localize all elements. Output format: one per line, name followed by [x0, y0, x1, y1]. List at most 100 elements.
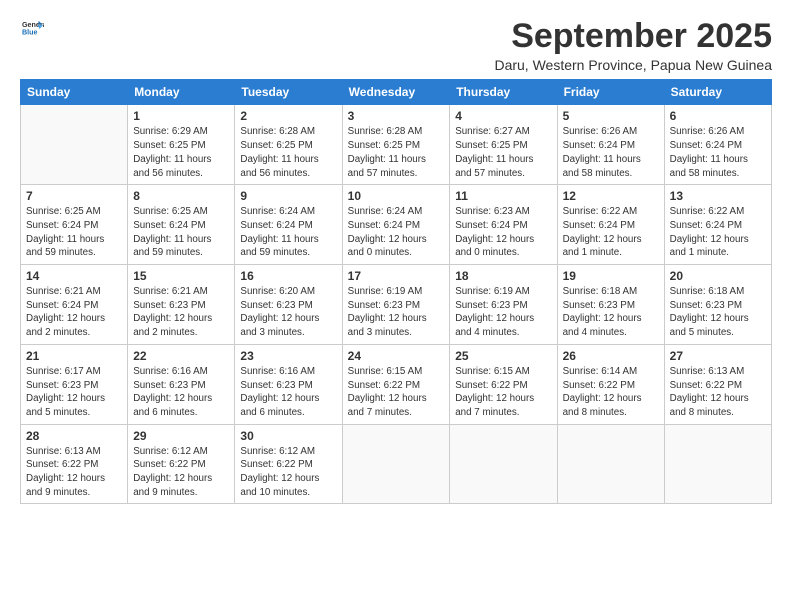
day-info: Sunrise: 6:17 AMSunset: 6:23 PMDaylight:… [26, 365, 122, 420]
day-number: 11 [455, 189, 551, 203]
calendar-header-row: Sunday Monday Tuesday Wednesday Thursday… [21, 80, 772, 105]
table-row: 5 Sunrise: 6:26 AMSunset: 6:24 PMDaylight… [557, 105, 664, 185]
table-row: 23 Sunrise: 6:16 AMSunset: 6:23 PMDayligh… [235, 344, 342, 424]
col-sunday: Sunday [21, 80, 128, 105]
day-number: 5 [563, 109, 659, 123]
table-row: 22 Sunrise: 6:16 AMSunset: 6:23 PMDayligh… [128, 344, 235, 424]
day-info: Sunrise: 6:22 AMSunset: 6:24 PMDaylight:… [563, 205, 659, 260]
col-tuesday: Tuesday [235, 80, 342, 105]
day-number: 13 [670, 189, 766, 203]
table-row [342, 424, 450, 504]
day-number: 7 [26, 189, 122, 203]
day-info: Sunrise: 6:26 AMSunset: 6:24 PMDaylight:… [563, 125, 659, 180]
table-row: 26 Sunrise: 6:14 AMSunset: 6:22 PMDayligh… [557, 344, 664, 424]
day-number: 18 [455, 269, 551, 283]
subtitle: Daru, Western Province, Papua New Guinea [494, 57, 772, 73]
table-row: 13 Sunrise: 6:22 AMSunset: 6:24 PMDayligh… [664, 185, 771, 265]
day-info: Sunrise: 6:15 AMSunset: 6:22 PMDaylight:… [455, 365, 551, 420]
day-number: 19 [563, 269, 659, 283]
day-info: Sunrise: 6:16 AMSunset: 6:23 PMDaylight:… [240, 365, 336, 420]
day-info: Sunrise: 6:18 AMSunset: 6:23 PMDaylight:… [670, 285, 766, 340]
day-number: 9 [240, 189, 336, 203]
table-row: 16 Sunrise: 6:20 AMSunset: 6:23 PMDayligh… [235, 265, 342, 345]
day-info: Sunrise: 6:19 AMSunset: 6:23 PMDaylight:… [348, 285, 445, 340]
day-info: Sunrise: 6:14 AMSunset: 6:22 PMDaylight:… [563, 365, 659, 420]
day-number: 3 [348, 109, 445, 123]
calendar-week-row: 1Sunrise: 6:29 AMSunset: 6:25 PMDaylight… [21, 105, 772, 185]
table-row: 7Sunrise: 6:25 AMSunset: 6:24 PMDaylight… [21, 185, 128, 265]
col-saturday: Saturday [664, 80, 771, 105]
table-row: 6 Sunrise: 6:26 AMSunset: 6:24 PMDaylight… [664, 105, 771, 185]
day-number: 10 [348, 189, 445, 203]
table-row: 1Sunrise: 6:29 AMSunset: 6:25 PMDaylight… [128, 105, 235, 185]
day-info: Sunrise: 6:29 AMSunset: 6:25 PMDaylight:… [133, 125, 229, 180]
day-info: Sunrise: 6:24 AMSunset: 6:24 PMDaylight:… [240, 205, 336, 260]
table-row: 30Sunrise: 6:12 AMSunset: 6:22 PMDayligh… [235, 424, 342, 504]
col-friday: Friday [557, 80, 664, 105]
table-row: 19 Sunrise: 6:18 AMSunset: 6:23 PMDayligh… [557, 265, 664, 345]
day-number: 25 [455, 349, 551, 363]
day-info: Sunrise: 6:16 AMSunset: 6:23 PMDaylight:… [133, 365, 229, 420]
table-row: 17 Sunrise: 6:19 AMSunset: 6:23 PMDayligh… [342, 265, 450, 345]
day-number: 21 [26, 349, 122, 363]
day-info: Sunrise: 6:19 AMSunset: 6:23 PMDaylight:… [455, 285, 551, 340]
day-info: Sunrise: 6:13 AMSunset: 6:22 PMDaylight:… [670, 365, 766, 420]
title-area: September 2025 Daru, Western Province, P… [494, 18, 772, 73]
day-number: 30 [240, 429, 336, 443]
day-info: Sunrise: 6:20 AMSunset: 6:23 PMDaylight:… [240, 285, 336, 340]
table-row [450, 424, 557, 504]
day-number: 17 [348, 269, 445, 283]
header: General Blue September 2025 Daru, Wester… [20, 18, 772, 73]
day-number: 4 [455, 109, 551, 123]
table-row: 3 Sunrise: 6:28 AMSunset: 6:25 PMDaylight… [342, 105, 450, 185]
logo: General Blue [20, 18, 44, 45]
day-info: Sunrise: 6:18 AMSunset: 6:23 PMDaylight:… [563, 285, 659, 340]
day-info: Sunrise: 6:25 AMSunset: 6:24 PMDaylight:… [133, 205, 229, 260]
calendar-table: Sunday Monday Tuesday Wednesday Thursday… [20, 79, 772, 504]
day-number: 27 [670, 349, 766, 363]
table-row: 24Sunrise: 6:15 AMSunset: 6:22 PMDayligh… [342, 344, 450, 424]
day-info: Sunrise: 6:27 AMSunset: 6:25 PMDaylight:… [455, 125, 551, 180]
table-row: 4 Sunrise: 6:27 AMSunset: 6:25 PMDaylight… [450, 105, 557, 185]
day-number: 23 [240, 349, 336, 363]
table-row: 28Sunrise: 6:13 AMSunset: 6:22 PMDayligh… [21, 424, 128, 504]
table-row: 18 Sunrise: 6:19 AMSunset: 6:23 PMDayligh… [450, 265, 557, 345]
table-row: 11 Sunrise: 6:23 AMSunset: 6:24 PMDayligh… [450, 185, 557, 265]
table-row: 9 Sunrise: 6:24 AMSunset: 6:24 PMDaylight… [235, 185, 342, 265]
table-row: 20Sunrise: 6:18 AMSunset: 6:23 PMDayligh… [664, 265, 771, 345]
day-number: 29 [133, 429, 229, 443]
calendar-week-row: 28Sunrise: 6:13 AMSunset: 6:22 PMDayligh… [21, 424, 772, 504]
day-info: Sunrise: 6:15 AMSunset: 6:22 PMDaylight:… [348, 365, 445, 420]
table-row [557, 424, 664, 504]
table-row: 8 Sunrise: 6:25 AMSunset: 6:24 PMDaylight… [128, 185, 235, 265]
day-info: Sunrise: 6:12 AMSunset: 6:22 PMDaylight:… [133, 445, 229, 500]
col-wednesday: Wednesday [342, 80, 450, 105]
page: General Blue September 2025 Daru, Wester… [0, 0, 792, 516]
day-number: 26 [563, 349, 659, 363]
day-number: 15 [133, 269, 229, 283]
day-number: 22 [133, 349, 229, 363]
day-info: Sunrise: 6:28 AMSunset: 6:25 PMDaylight:… [348, 125, 445, 180]
month-title: September 2025 [494, 18, 772, 55]
day-info: Sunrise: 6:21 AMSunset: 6:23 PMDaylight:… [133, 285, 229, 340]
calendar-week-row: 14Sunrise: 6:21 AMSunset: 6:24 PMDayligh… [21, 265, 772, 345]
table-row: 12 Sunrise: 6:22 AMSunset: 6:24 PMDayligh… [557, 185, 664, 265]
calendar-week-row: 21 Sunrise: 6:17 AMSunset: 6:23 PMDayligh… [21, 344, 772, 424]
table-row: 29 Sunrise: 6:12 AMSunset: 6:22 PMDayligh… [128, 424, 235, 504]
day-info: Sunrise: 6:22 AMSunset: 6:24 PMDaylight:… [670, 205, 766, 260]
day-info: Sunrise: 6:26 AMSunset: 6:24 PMDaylight:… [670, 125, 766, 180]
table-row: 15 Sunrise: 6:21 AMSunset: 6:23 PMDayligh… [128, 265, 235, 345]
day-number: 8 [133, 189, 229, 203]
day-number: 28 [26, 429, 122, 443]
day-number: 16 [240, 269, 336, 283]
day-info: Sunrise: 6:23 AMSunset: 6:24 PMDaylight:… [455, 205, 551, 260]
day-number: 12 [563, 189, 659, 203]
col-thursday: Thursday [450, 80, 557, 105]
table-row [664, 424, 771, 504]
table-row: 14Sunrise: 6:21 AMSunset: 6:24 PMDayligh… [21, 265, 128, 345]
day-number: 6 [670, 109, 766, 123]
table-row: 2Sunrise: 6:28 AMSunset: 6:25 PMDaylight… [235, 105, 342, 185]
table-row: 10Sunrise: 6:24 AMSunset: 6:24 PMDayligh… [342, 185, 450, 265]
table-row: 27 Sunrise: 6:13 AMSunset: 6:22 PMDayligh… [664, 344, 771, 424]
calendar-week-row: 7 Sunrise: 6:25 AMSunset: 6:24 PMDaylight… [21, 185, 772, 265]
